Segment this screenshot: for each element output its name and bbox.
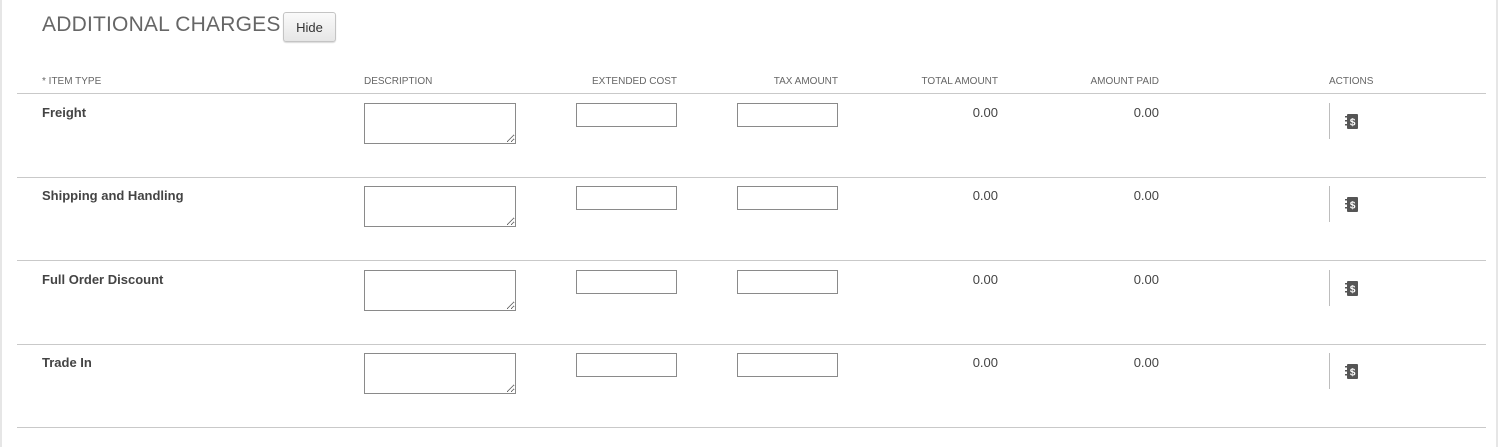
column-header-description: DESCRIPTION: [364, 76, 433, 87]
amount-paid-value: 0.00: [1133, 105, 1159, 120]
column-header-amount-paid: AMOUNT PAID: [1090, 76, 1159, 87]
dollar-ledger-icon[interactable]: $: [1344, 196, 1359, 213]
tax-amount-input[interactable]: [737, 270, 838, 294]
svg-text:$: $: [1350, 285, 1356, 296]
tax-amount-input[interactable]: [737, 353, 838, 377]
row-actions: $: [1329, 270, 1358, 306]
table-row: Full Order Discount 0.00 0.00 $: [0, 261, 1500, 344]
extended-cost-input[interactable]: [576, 353, 677, 377]
column-header-item-type: * ITEM TYPE: [42, 76, 102, 87]
total-amount-value: 0.00: [972, 188, 998, 203]
row-actions: $: [1329, 186, 1358, 222]
extended-cost-input[interactable]: [576, 103, 677, 127]
row-divider: [17, 427, 1486, 428]
extended-cost-input[interactable]: [576, 186, 677, 210]
item-type-label: Freight: [42, 105, 87, 120]
description-textarea[interactable]: [364, 353, 516, 394]
section-title: ADDITIONAL CHARGES: [42, 13, 281, 36]
description-textarea[interactable]: [364, 103, 516, 144]
description-textarea[interactable]: [364, 186, 516, 227]
total-amount-value: 0.00: [972, 272, 998, 287]
item-type-label: Shipping and Handling: [42, 188, 184, 203]
table-row: Trade In 0.00 0.00 $: [0, 344, 1500, 427]
svg-text:$: $: [1350, 118, 1356, 129]
item-type-label: Full Order Discount: [42, 272, 164, 287]
column-header-total-amount: TOTAL AMOUNT: [921, 76, 999, 87]
tax-amount-input[interactable]: [737, 186, 838, 210]
column-header-actions: ACTIONS: [1329, 76, 1374, 87]
dollar-ledger-icon[interactable]: $: [1344, 113, 1359, 130]
total-amount-value: 0.00: [972, 105, 998, 120]
svg-text:$: $: [1350, 201, 1356, 212]
table-row: Shipping and Handling 0.00 0.00 $: [0, 177, 1500, 260]
column-header-tax-amount: TAX AMOUNT: [773, 76, 838, 87]
column-header-extended-cost: EXTENDED COST: [591, 76, 677, 87]
row-actions: $: [1329, 353, 1358, 389]
svg-text:$: $: [1350, 368, 1356, 379]
tax-amount-input[interactable]: [737, 103, 838, 127]
description-textarea[interactable]: [364, 270, 516, 311]
table-row: Freight 0.00 0.00 $: [0, 94, 1500, 177]
amount-paid-value: 0.00: [1133, 272, 1159, 287]
extended-cost-input[interactable]: [576, 270, 677, 294]
dollar-ledger-icon[interactable]: $: [1344, 363, 1359, 380]
total-amount-value: 0.00: [972, 355, 998, 370]
amount-paid-value: 0.00: [1133, 355, 1159, 370]
amount-paid-value: 0.00: [1133, 188, 1159, 203]
hide-button[interactable]: Hide: [283, 12, 336, 42]
item-type-label: Trade In: [42, 355, 92, 370]
dollar-ledger-icon[interactable]: $: [1344, 280, 1359, 297]
row-actions: $: [1329, 103, 1358, 139]
